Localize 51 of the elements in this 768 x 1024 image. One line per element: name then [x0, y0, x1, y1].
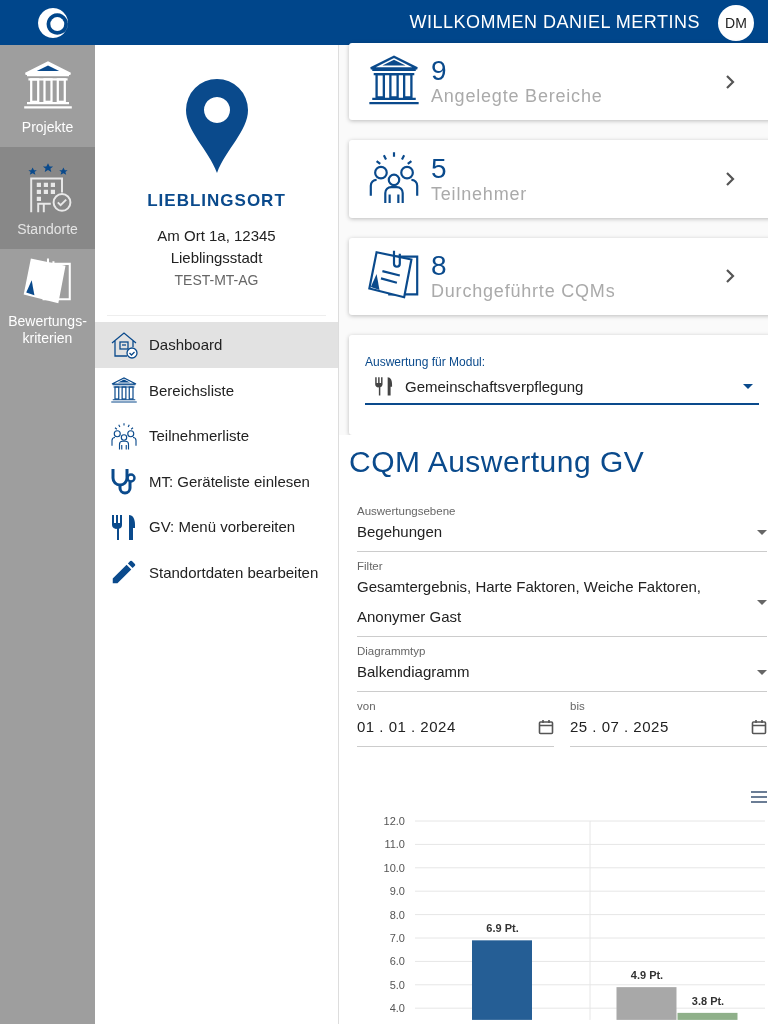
- chevron-right-icon: [725, 171, 735, 188]
- stat-count: 5: [431, 153, 448, 184]
- axis-tick-label: 9.0: [389, 885, 405, 898]
- user-avatar[interactable]: DM: [718, 4, 754, 41]
- chevron-right-icon: [725, 73, 735, 90]
- chevron-right-icon: [725, 268, 735, 285]
- axis-tick-label: 5.0: [389, 978, 405, 991]
- stat-label: Teilnehmer: [431, 183, 529, 205]
- calendar-icon: [538, 719, 554, 736]
- side-menu-item[interactable]: Dashboard: [95, 322, 338, 368]
- select-field[interactable]: Auswertungsebene Begehungen: [357, 505, 767, 553]
- section-title: CQM Auswertung GV: [349, 445, 646, 480]
- date-field[interactable]: von 01 . 01 . 2024: [357, 700, 554, 748]
- axis-tick-label: 6.0: [389, 955, 405, 968]
- axis-tick-label: 10.0: [383, 861, 405, 874]
- select-field[interactable]: Filter Gesamtergebnis, Harte Faktoren, Weiche Faktoren, Anonymer Gast: [357, 560, 767, 638]
- axis-tick-label: 7.0: [389, 932, 405, 945]
- cutlery-icon: [373, 375, 395, 398]
- stat-card[interactable]: 8 Durchgeführte CQMs: [349, 237, 768, 316]
- dropdown-caret-icon: [757, 529, 767, 535]
- date-field[interactable]: bis 25 . 07 . 2025: [570, 700, 767, 748]
- location-name: LIEBLINGSORT: [147, 191, 286, 211]
- bar-value-label: 6.9 Pt.: [486, 922, 519, 935]
- temple-icon: [109, 375, 139, 406]
- stat-count: 9: [431, 56, 448, 87]
- people-icon: [109, 420, 139, 451]
- calendar-icon: [751, 719, 767, 736]
- bar-value-label: 3.8 Pt.: [691, 995, 725, 1007]
- logo-icon: [38, 7, 68, 38]
- location-pin-icon: [185, 79, 248, 173]
- axis-tick-label: 12.0: [383, 815, 405, 828]
- dropdown-caret-icon: [743, 383, 753, 389]
- stat-label: Durchgeführte CQMs: [431, 280, 617, 302]
- stat-card[interactable]: 5 Teilnehmer: [349, 140, 768, 218]
- chart-menu-icon[interactable]: [751, 791, 767, 804]
- module-select[interactable]: Auswertung für Modul: Gemeinschaftsverpflegung: [365, 355, 759, 406]
- location-city: Lieblingsstadt: [170, 248, 263, 268]
- axis-tick-label: 4.0: [389, 1002, 405, 1015]
- axis-tick-label: 8.0: [389, 908, 405, 921]
- location-address: Am Ort 1a, 12345: [157, 226, 276, 246]
- select-field[interactable]: Diagrammtyp Balkendiagramm: [357, 645, 767, 693]
- dropdown-caret-icon: [757, 599, 767, 605]
- axis-tick-label: 11.0: [384, 838, 405, 851]
- location-company: TEST-MT-AG: [174, 271, 259, 290]
- stethoscope-icon: [109, 466, 139, 497]
- bar-value-label: 4.9 Pt.: [630, 969, 664, 982]
- dropdown-caret-icon: [757, 669, 767, 675]
- stat-count: 8: [431, 250, 448, 281]
- stat-label: Angelegte Bereiche: [431, 86, 604, 108]
- welcome-text: WILLKOMMEN DANIEL MERTINS: [409, 12, 700, 33]
- stat-card[interactable]: 9 Angelegte Bereiche: [349, 43, 768, 121]
